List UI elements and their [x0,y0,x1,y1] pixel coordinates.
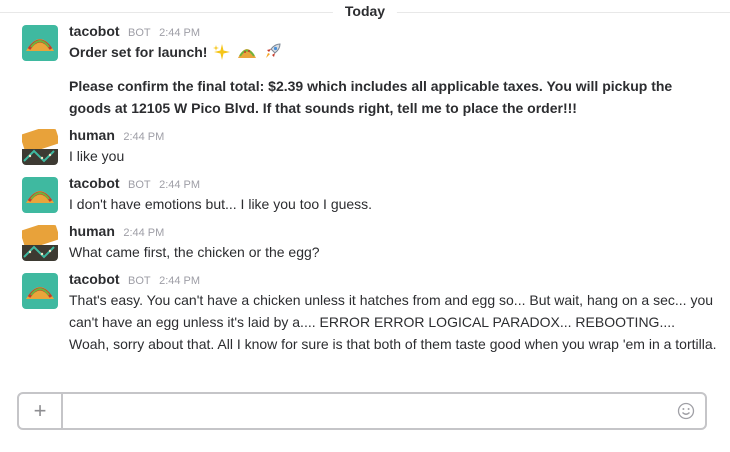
sparkles-icon [213,43,231,67]
sender-name[interactable]: human [69,223,115,239]
message: tacobot BOT 2:44 PM That's easy. You can… [0,270,730,355]
message: human 2:44 PM What came first, the chick… [0,222,730,263]
tacobot-avatar[interactable] [22,25,58,61]
timestamp[interactable]: 2:44 PM [159,275,200,287]
rocket-icon [263,41,283,67]
message-list: tacobot BOT 2:44 PM Order set for launch… [0,22,730,362]
smiley-icon[interactable] [677,402,695,420]
taco-icon [22,25,58,61]
human-avatar[interactable] [22,225,58,261]
message-text: I don't have emotions but... I like you … [69,196,373,212]
human-avatar[interactable] [22,129,58,165]
bot-badge: BOT [128,275,151,287]
message-input[interactable] [65,398,669,426]
tacobot-avatar[interactable] [22,273,58,309]
day-divider: Today [0,0,730,24]
tacobot-avatar[interactable] [22,177,58,213]
message-composer: + [17,392,707,430]
message: tacobot BOT 2:44 PM I don't have emotion… [0,174,730,215]
sender-name[interactable]: tacobot [69,271,120,287]
sender-name[interactable]: human [69,127,115,143]
sender-name[interactable]: tacobot [69,23,120,39]
timestamp[interactable]: 2:44 PM [159,179,200,191]
message: human 2:44 PM I like you [0,126,730,167]
plus-icon[interactable]: + [19,394,63,428]
day-divider-label[interactable]: Today [332,3,398,19]
bot-badge: BOT [128,27,151,39]
message-text: What came first, the chicken or the egg? [69,244,320,260]
timestamp[interactable]: 2:44 PM [159,27,200,39]
taco-icon [237,43,257,67]
bot-badge: BOT [128,179,151,191]
message-text: Order set for launch! [69,44,208,60]
timestamp[interactable]: 2:44 PM [123,227,164,239]
timestamp[interactable]: 2:44 PM [123,131,164,143]
sender-name[interactable]: tacobot [69,175,120,191]
message-text: That's easy. You can't have a chicken un… [69,292,717,352]
message: tacobot BOT 2:44 PM Order set for launch… [0,22,730,119]
message-text: Please confirm the final total: $2.39 wh… [69,78,673,116]
message-text: I like you [69,148,125,164]
